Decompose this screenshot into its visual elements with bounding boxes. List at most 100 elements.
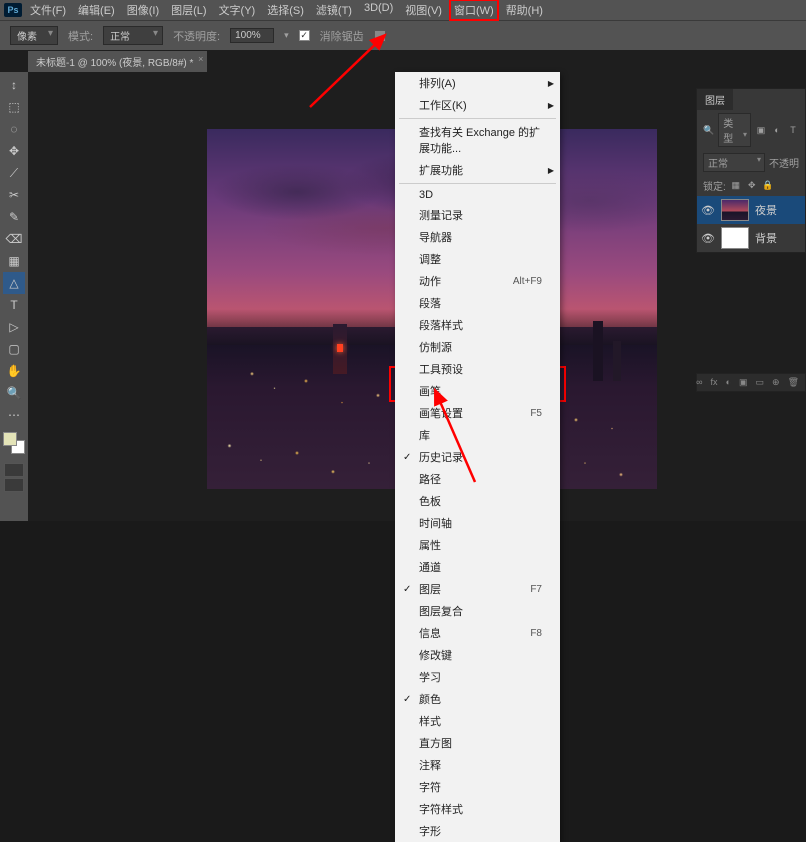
tool-3[interactable]: ✥: [3, 140, 25, 162]
opacity-input[interactable]: 100%: [230, 28, 274, 43]
tool-11[interactable]: ▷: [3, 316, 25, 338]
menu-entry-13[interactable]: 仿制源: [395, 336, 560, 358]
menu-item-1[interactable]: 编辑(E): [74, 0, 119, 20]
menu-entry-15[interactable]: 画笔: [395, 380, 560, 402]
menu-entry-3[interactable]: 查找有关 Exchange 的扩展功能...: [395, 121, 560, 159]
menu-entry-12[interactable]: 段落样式: [395, 314, 560, 336]
menu-entry-31[interactable]: 直方图: [395, 732, 560, 754]
tool-1[interactable]: ⬚: [3, 96, 25, 118]
tool-4[interactable]: ⟋: [3, 162, 25, 184]
menu-entry-26[interactable]: 信息F8: [395, 622, 560, 644]
menu-entry-30[interactable]: 样式: [395, 710, 560, 732]
layer-row-1[interactable]: 👁背景: [697, 224, 805, 252]
menu-entry-8[interactable]: 导航器: [395, 226, 560, 248]
menu-entry-24[interactable]: ✓图层F7: [395, 578, 560, 600]
tool-13[interactable]: ✋: [3, 360, 25, 382]
color-swatches[interactable]: [3, 432, 25, 454]
menu-entry-9[interactable]: 调整: [395, 248, 560, 270]
menu-item-10[interactable]: 帮助(H): [502, 0, 547, 20]
window-menu-dropdown: 排列(A)▶工作区(K)▶ 查找有关 Exchange 的扩展功能...扩展功能▶…: [395, 72, 560, 842]
menu-entry-35[interactable]: 字形: [395, 820, 560, 842]
menu-item-7[interactable]: 3D(D): [360, 0, 397, 20]
menu-entry-7[interactable]: 测量记录: [395, 204, 560, 226]
menu-entry-10[interactable]: 动作Alt+F9: [395, 270, 560, 292]
menu-entry-14[interactable]: 工具预设: [395, 358, 560, 380]
footer-icon-5[interactable]: ⊕: [772, 377, 780, 388]
quickmask-button[interactable]: [4, 463, 24, 477]
menu-entry-11[interactable]: 段落: [395, 292, 560, 314]
foreground-swatch[interactable]: [3, 432, 17, 446]
footer-icon-4[interactable]: ▭: [756, 377, 765, 388]
tool-12[interactable]: ▢: [3, 338, 25, 360]
menu-entry-32[interactable]: 注释: [395, 754, 560, 776]
tool-7[interactable]: ⌫: [3, 228, 25, 250]
tool-9[interactable]: △: [3, 272, 25, 294]
layer-blend-select[interactable]: 正常: [703, 153, 765, 172]
screenmode-button[interactable]: [4, 478, 24, 492]
menu-item-0[interactable]: 文件(F): [26, 0, 70, 20]
menu-entry-16[interactable]: 画笔设置F5: [395, 402, 560, 424]
menu-entry-33[interactable]: 字符: [395, 776, 560, 798]
tool-10[interactable]: T: [3, 294, 25, 316]
layer-thumbnail[interactable]: [721, 199, 749, 221]
menu-entry-20[interactable]: 色板: [395, 490, 560, 512]
tool-15[interactable]: ⋯: [3, 404, 25, 426]
tool-2[interactable]: ◌: [3, 118, 25, 140]
menu-entry-17[interactable]: 库: [395, 424, 560, 446]
footer-icon-1[interactable]: fx: [711, 377, 718, 388]
layer-thumbnail[interactable]: [721, 227, 749, 249]
menu-entry-1[interactable]: 工作区(K)▶: [395, 94, 560, 116]
layers-panel-tab[interactable]: 图层: [697, 89, 733, 110]
visibility-icon[interactable]: 👁: [701, 204, 715, 217]
footer-icon-3[interactable]: ▣: [739, 377, 748, 388]
menu-entry-6[interactable]: 3D: [395, 186, 560, 204]
menu-entry-25[interactable]: 图层复合: [395, 600, 560, 622]
menu-entry-4[interactable]: 扩展功能▶: [395, 159, 560, 181]
footer-icon-0[interactable]: ∞: [696, 377, 702, 388]
filter-adjust-icon[interactable]: ◐: [771, 124, 783, 136]
tool-5[interactable]: ✂: [3, 184, 25, 206]
menu-item-3[interactable]: 图层(L): [167, 0, 210, 20]
layers-panel-footer: ∞ fx ◐ ▣ ▭ ⊕ 🗑: [697, 374, 805, 391]
tool-0[interactable]: ↕: [3, 74, 25, 96]
filter-pixel-icon[interactable]: ▣: [755, 124, 767, 136]
footer-icon-2[interactable]: ◐: [726, 377, 731, 388]
quickmask-group: [3, 462, 25, 493]
close-icon[interactable]: ×: [198, 54, 203, 64]
antialias-checkbox[interactable]: [299, 30, 310, 41]
menu-entry-18[interactable]: ✓历史记录: [395, 446, 560, 468]
lock-position-icon[interactable]: ✥: [746, 180, 758, 192]
menu-item-4[interactable]: 文字(Y): [215, 0, 260, 20]
document-title: 未标题-1 @ 100% (夜景, RGB/8#) *: [36, 58, 193, 69]
menu-item-9[interactable]: 窗口(W): [450, 0, 498, 20]
tool-14[interactable]: 🔍: [3, 382, 25, 404]
menu-entry-21[interactable]: 时间轴: [395, 512, 560, 534]
tool-8[interactable]: ▦: [3, 250, 25, 272]
menu-item-5[interactable]: 选择(S): [263, 0, 308, 20]
layer-filter-select[interactable]: 类型: [718, 113, 751, 147]
menu-entry-34[interactable]: 字符样式: [395, 798, 560, 820]
lock-all-icon[interactable]: 🔒: [762, 180, 774, 192]
menu-entry-23[interactable]: 通道: [395, 556, 560, 578]
document-tab[interactable]: 未标题-1 @ 100% (夜景, RGB/8#) * ×: [28, 51, 207, 72]
menu-item-6[interactable]: 滤镜(T): [312, 0, 356, 20]
visibility-icon[interactable]: 👁: [701, 232, 715, 245]
menu-item-8[interactable]: 视图(V): [401, 0, 446, 20]
menu-item-2[interactable]: 图像(I): [123, 0, 163, 20]
blend-mode-select[interactable]: 正常: [103, 26, 163, 45]
menu-entry-0[interactable]: 排列(A)▶: [395, 72, 560, 94]
layers-panel: 图层 🔍 类型 ▣ ◐ T 正常 不透明 锁定: ▦ ✥ 🔒 👁夜景👁背景: [696, 88, 806, 253]
menu-entry-22[interactable]: 属性: [395, 534, 560, 556]
menu-entry-19[interactable]: 路径: [395, 468, 560, 490]
fill-swatch[interactable]: [374, 30, 386, 42]
filter-type-icon[interactable]: T: [787, 124, 799, 136]
menu-entry-27[interactable]: 修改键: [395, 644, 560, 666]
tool-6[interactable]: ✎: [3, 206, 25, 228]
menu-entry-29[interactable]: ✓颜色: [395, 688, 560, 710]
footer-icon-6[interactable]: 🗑: [788, 377, 799, 388]
lock-pixels-icon[interactable]: ▦: [730, 180, 742, 192]
tool-preset-select[interactable]: 像素: [10, 26, 58, 45]
layer-row-0[interactable]: 👁夜景: [697, 196, 805, 224]
menu-entry-28[interactable]: 学习: [395, 666, 560, 688]
mode-label: 模式:: [68, 28, 93, 44]
